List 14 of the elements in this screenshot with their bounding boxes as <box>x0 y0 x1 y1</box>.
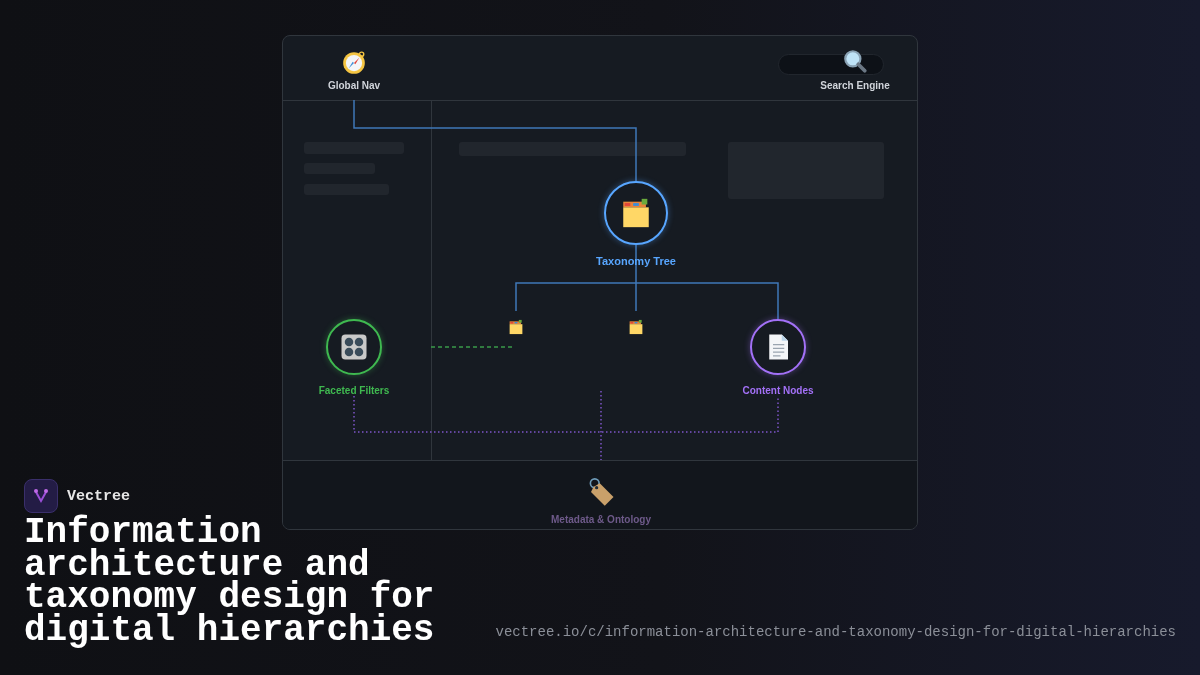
node-label: Taxonomy Tree <box>596 255 676 267</box>
compass-icon <box>341 50 367 76</box>
knobs-icon <box>339 332 369 362</box>
brand-name: Vectree <box>67 487 130 505</box>
folder-icon <box>627 318 645 336</box>
node-label: Faceted Filters <box>318 384 390 396</box>
folder-icon <box>507 318 525 336</box>
node-label: Global Nav <box>327 79 381 91</box>
page-url: vectree.io/c/information-architecture-and-taxonomy-design-for-digital-hierarchies <box>495 624 1176 640</box>
search-icon <box>842 48 868 74</box>
logo-icon <box>24 479 58 513</box>
node-label: Metadata & Ontology <box>551 513 651 525</box>
node-label: Search Engine <box>820 79 890 91</box>
node-label: Content Nodes <box>742 384 814 396</box>
